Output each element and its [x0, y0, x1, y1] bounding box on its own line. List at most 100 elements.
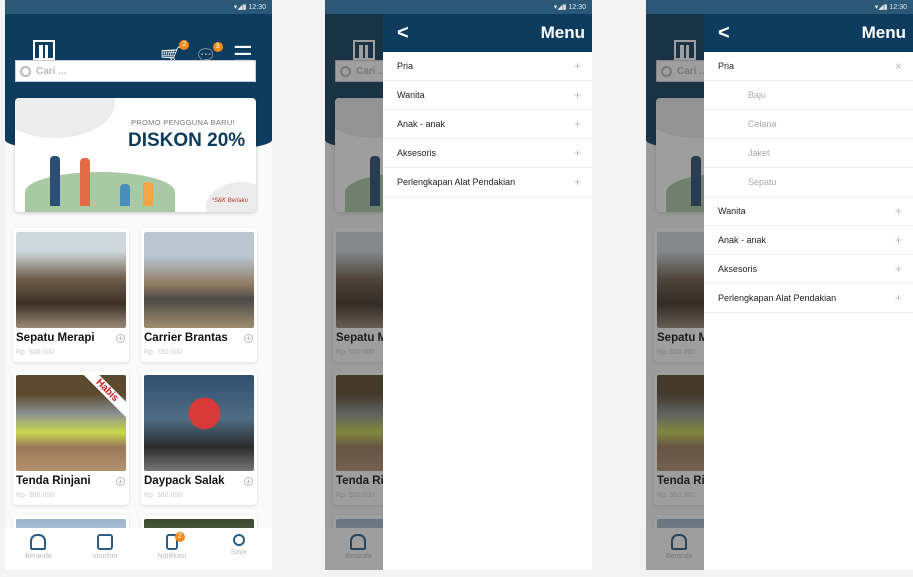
product-image	[144, 232, 254, 328]
product-name: Tenda Rinjani	[16, 475, 91, 487]
bell-icon: 2	[165, 532, 185, 550]
chat-badge: 3	[212, 42, 223, 52]
back-icon[interactable]: <	[397, 22, 409, 45]
menu-drawer: < Menu Pria × Baju Celana Jaket Sepatu Wan…	[704, 14, 913, 570]
plus-icon: +	[894, 262, 902, 276]
nav-label: Saya	[230, 549, 247, 556]
promo-banner[interactable]: PROMO PENGGUNA BARU! DISKON 20% *S&K Ber…	[15, 98, 256, 212]
nav-label: Notifikasi	[157, 553, 187, 560]
home-screen: ▾◢▮ 12:30 🛒︎ 2 💬︎ 3 ☰ Cari ... PROMO PENGG…	[5, 0, 272, 570]
menu-label: Wanita	[718, 206, 746, 216]
add-icon[interactable]: +	[116, 477, 125, 486]
add-icon[interactable]: +	[116, 334, 125, 343]
user-icon	[232, 534, 245, 546]
notif-badge: 2	[174, 532, 185, 542]
nav-label: Beranda	[25, 553, 52, 560]
product-image	[144, 375, 254, 471]
submenu-baju[interactable]: Baju	[704, 81, 913, 110]
menu-collapsed-screen: ▾◢▮ 12:30 🛒︎2 💬︎3 ☰ Cari ... PROMO PENGG…	[325, 0, 592, 570]
menu-label: Aksesoris	[397, 148, 437, 158]
cart-badge: 2	[179, 40, 190, 50]
plus-icon: +	[894, 233, 902, 247]
product-card[interactable]: Sepatu Merapi + Rp. 500.000	[13, 228, 129, 362]
wifi-icon: ▾◢▮	[553, 4, 569, 11]
menu-title: Menu	[540, 23, 585, 42]
menu-item-wanita[interactable]: Wanita +	[704, 197, 913, 226]
submenu-sepatu[interactable]: Sepatu	[704, 168, 913, 197]
submenu-label: Jaket	[748, 148, 770, 158]
bottom-nav: Beranda Voucher 2 Notifikasi Saya	[5, 528, 272, 570]
submenu-label: Sepatu	[748, 177, 777, 187]
status-bar: ▾◢▮ 12:30	[325, 0, 592, 14]
plus-icon: +	[894, 291, 902, 305]
add-icon[interactable]: +	[244, 334, 253, 343]
menu-item-aksesoris[interactable]: Aksesoris +	[704, 255, 913, 284]
menu-label: Perlengkapan Alat Pendakian	[397, 177, 516, 187]
nav-label: Voucher	[92, 553, 118, 560]
menu-item-anak[interactable]: Anak - anak +	[704, 226, 913, 255]
home-icon	[30, 534, 47, 550]
add-icon[interactable]: +	[244, 477, 253, 486]
status-time: 12:30	[568, 4, 586, 11]
sold-out-badge: Habis	[78, 371, 129, 420]
submenu-label: Baju	[748, 90, 767, 100]
product-price: Rp. 380.000	[144, 492, 183, 499]
product-card[interactable]: Carrier Brantas + Rp. 750.000	[141, 228, 257, 362]
plus-icon: +	[573, 146, 581, 160]
product-name: Sepatu Merapi	[16, 332, 95, 344]
product-image	[16, 232, 126, 328]
menu-item-perlengkapan[interactable]: Perlengkapan Alat Pendakian +	[383, 168, 592, 197]
product-card[interactable]: Daypack Salak + Rp. 380.000	[141, 371, 257, 505]
plus-icon: +	[573, 88, 581, 102]
banner-headline: DISKON 20%	[128, 130, 246, 151]
wifi-icon: ▾◢▮	[874, 4, 890, 11]
back-icon[interactable]: <	[718, 22, 730, 45]
submenu-jaket[interactable]: Jaket	[704, 139, 913, 168]
menu-title: Menu	[861, 23, 906, 42]
product-price: Rp. 750.000	[144, 349, 183, 356]
menu-item-wanita[interactable]: Wanita +	[383, 81, 592, 110]
status-time: 12:30	[889, 4, 907, 11]
menu-label: Anak - anak	[397, 119, 446, 129]
status-time: 12:30	[248, 4, 266, 11]
banner-terms: *S&K Berlaku	[211, 198, 248, 204]
nav-voucher[interactable]: Voucher	[72, 528, 139, 570]
product-image: Habis	[16, 371, 129, 471]
banner-promo: PROMO PENGGUNA BARU!	[131, 118, 235, 127]
search-placeholder: Cari ...	[36, 65, 67, 77]
menu-item-perlengkapan[interactable]: Perlengkapan Alat Pendakian +	[704, 284, 913, 313]
submenu-celana[interactable]: Celana	[704, 110, 913, 139]
product-name: Daypack Salak	[144, 475, 225, 487]
menu-item-pria[interactable]: Pria ×	[704, 52, 913, 81]
menu-item-anak[interactable]: Anak - anak +	[383, 110, 592, 139]
nav-saya[interactable]: Saya	[205, 528, 272, 570]
menu-label: Aksesoris	[718, 264, 758, 274]
nav-beranda[interactable]: Beranda	[5, 528, 72, 570]
close-icon: ×	[894, 59, 902, 73]
menu-label: Pria	[397, 61, 414, 71]
product-price: Rp. 500.000	[16, 349, 55, 356]
product-price: Rp. 950.000	[16, 492, 55, 499]
plus-icon: +	[894, 204, 902, 218]
status-bar: ▾◢▮ 12:30	[5, 0, 272, 14]
menu-expanded-screen: ▾◢▮ 12:30 🛒︎2 💬︎3 ☰ Cari ... PROMO PENGG…	[646, 0, 913, 570]
product-name: Carrier Brantas	[144, 332, 228, 344]
wifi-icon: ▾◢▮	[233, 4, 249, 11]
menu-label: Perlengkapan Alat Pendakian	[718, 293, 837, 303]
submenu-label: Celana	[748, 119, 777, 129]
menu-item-pria[interactable]: Pria +	[383, 52, 592, 81]
plus-icon: +	[573, 175, 581, 189]
search-input[interactable]: Cari ...	[15, 60, 256, 82]
menu-label: Anak - anak	[718, 235, 767, 245]
nav-notifikasi[interactable]: 2 Notifikasi	[139, 528, 206, 570]
product-card[interactable]: Habis Tenda Rinjani + Rp. 950.000	[13, 371, 129, 505]
menu-label: Wanita	[397, 90, 425, 100]
search-icon	[20, 65, 31, 77]
plus-icon: +	[573, 59, 581, 73]
menu-drawer: < Menu Pria + Wanita + Anak - anak + Aksesor…	[383, 14, 592, 570]
voucher-icon	[97, 534, 114, 550]
plus-icon: +	[573, 117, 581, 131]
status-bar: ▾◢▮ 12:30	[646, 0, 913, 14]
menu-item-aksesoris[interactable]: Aksesoris +	[383, 139, 592, 168]
menu-label: Pria	[718, 61, 735, 71]
